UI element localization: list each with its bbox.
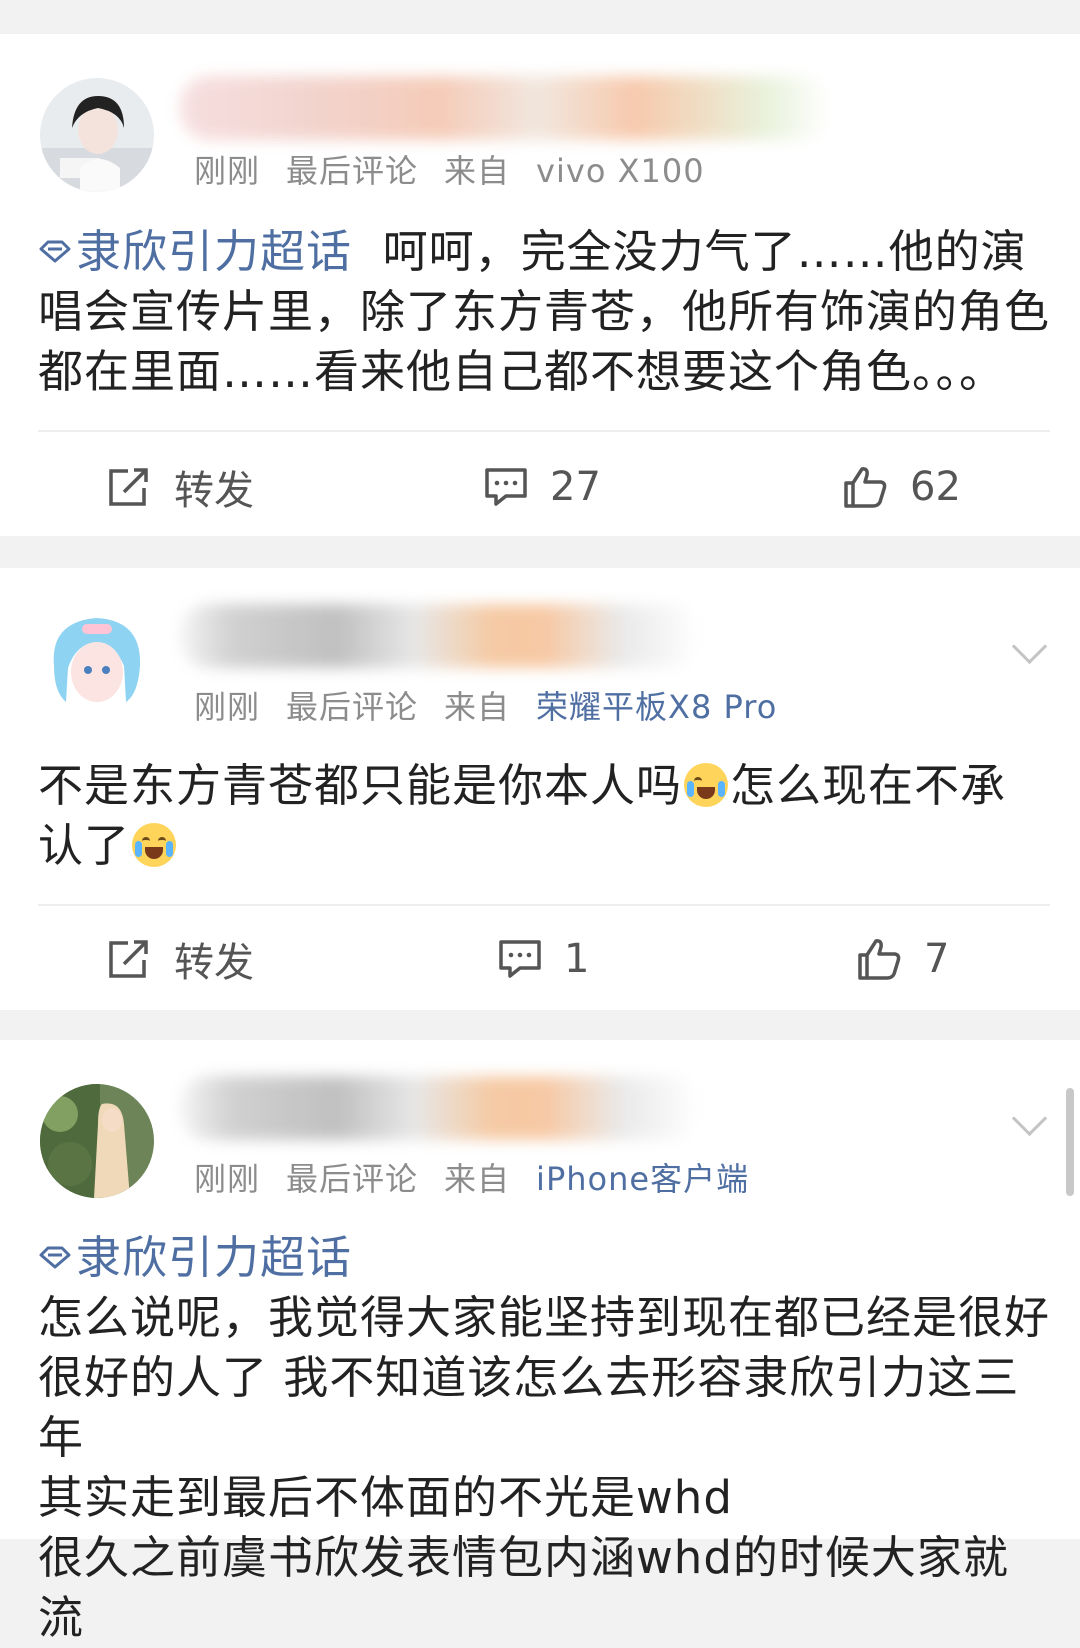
- thumbs-up-icon: [844, 467, 887, 508]
- supertopic-label: 隶欣引力超话: [76, 1231, 353, 1284]
- last-comment-label: 最后评论: [286, 688, 419, 726]
- thumbs-up-icon: [858, 939, 901, 980]
- source-device-link[interactable]: iPhone客户端: [536, 1160, 749, 1198]
- chevron-down-icon[interactable]: [1011, 628, 1048, 665]
- supertopic-link[interactable]: 隶欣引力超话: [38, 225, 352, 278]
- source-prefix: 来自: [444, 152, 511, 190]
- repost-icon: [109, 940, 148, 978]
- comment-icon: [499, 940, 541, 978]
- supertopic-diamond-icon: [39, 1246, 71, 1269]
- source-device: vivo X100: [536, 152, 705, 190]
- post-content: 隶欣引力超话 怎么说呢，我觉得大家能坚持到现在都已经是很好 很好的人了 我不知道…: [38, 1228, 1050, 1648]
- post-meta: 刚刚 最后评论 来自 vivo X100: [194, 146, 705, 192]
- post-content: 隶欣引力超话 呵呵，完全没力气了……他的演唱会宣传片里，除了东方青苍，他所有饰演…: [38, 222, 1050, 402]
- source-prefix: 来自: [444, 688, 511, 726]
- like-count: 7: [924, 936, 950, 982]
- repost-label: 转发: [174, 940, 254, 986]
- like-button[interactable]: 62: [842, 452, 961, 522]
- action-bar: 转发 1 7: [0, 924, 1080, 994]
- like-button[interactable]: 7: [856, 924, 949, 994]
- source-device-link[interactable]: 荣耀平板X8 Pro: [536, 688, 777, 726]
- divider: [38, 904, 1050, 906]
- like-count: 62: [910, 464, 961, 510]
- comment-count: 1: [564, 936, 590, 982]
- comment-icon: [485, 468, 527, 506]
- scrollbar[interactable]: [1066, 1088, 1074, 1196]
- post-text-line: 其实走到最后不体面的不光是whd: [38, 1471, 733, 1524]
- post-text-part-1: 不是东方青苍都只能是你本人吗: [38, 759, 683, 812]
- supertopic-link[interactable]: 隶欣引力超话: [38, 1228, 1050, 1288]
- post-time: 刚刚: [194, 1160, 261, 1198]
- repost-icon: [109, 468, 148, 506]
- repost-button[interactable]: 转发: [106, 452, 254, 522]
- username-blurred[interactable]: [180, 604, 700, 668]
- avatar[interactable]: [40, 606, 154, 720]
- chevron-down-icon[interactable]: [1011, 1100, 1048, 1137]
- post-time: 刚刚: [194, 152, 261, 190]
- post-content: 不是东方青苍都只能是你本人吗 怎么现在不承认了: [38, 756, 1050, 876]
- supertopic-diamond-icon: [39, 240, 71, 263]
- comment-button[interactable]: 27: [484, 452, 601, 522]
- last-comment-label: 最后评论: [286, 1160, 419, 1198]
- post-meta: 刚刚 最后评论 来自 iPhone客户端: [194, 1154, 749, 1200]
- post-card[interactable]: 刚刚 最后评论 来自 iPhone客户端 隶欣引力超话 怎么说呢，我觉得大家能坚持到现…: [0, 1040, 1080, 1644]
- post-text-line: 怎么说呢，我觉得大家能坚持到现在都已经是很好: [38, 1291, 1051, 1344]
- comment-button[interactable]: 1: [498, 924, 589, 994]
- source-prefix: 来自: [444, 1160, 511, 1198]
- comment-count: 27: [550, 464, 601, 510]
- last-comment-label: 最后评论: [286, 152, 419, 190]
- avatar[interactable]: [40, 78, 154, 192]
- post-text-line: 很久之前虞书欣发表情包内涵whd的时候大家就流: [38, 1531, 1009, 1644]
- action-bar: 转发 27 62: [0, 452, 1080, 522]
- post-text-line: 很好的人了 我不知道该怎么去形容隶欣引力这三年: [38, 1351, 1020, 1464]
- crying-emoji-icon: [684, 763, 729, 807]
- laughing-tears-emoji-icon: [132, 823, 177, 867]
- username-blurred[interactable]: [180, 1076, 700, 1140]
- post-time: 刚刚: [194, 688, 261, 726]
- post-card[interactable]: 刚刚 最后评论 来自 荣耀平板X8 Pro 不是东方青苍都只能是你本人吗 怎么现在不承认…: [0, 568, 1080, 1010]
- supertopic-label: 隶欣引力超话: [76, 225, 353, 278]
- post-card[interactable]: 刚刚 最后评论 来自 vivo X100 隶欣引力超话 呵呵，完全没力气了……他的演唱…: [0, 34, 1080, 536]
- username-blurred[interactable]: [180, 76, 830, 140]
- post-meta: 刚刚 最后评论 来自 荣耀平板X8 Pro: [194, 682, 777, 728]
- repost-button[interactable]: 转发: [106, 924, 254, 994]
- avatar[interactable]: [40, 1084, 154, 1198]
- repost-label: 转发: [174, 468, 254, 514]
- divider: [38, 430, 1050, 432]
